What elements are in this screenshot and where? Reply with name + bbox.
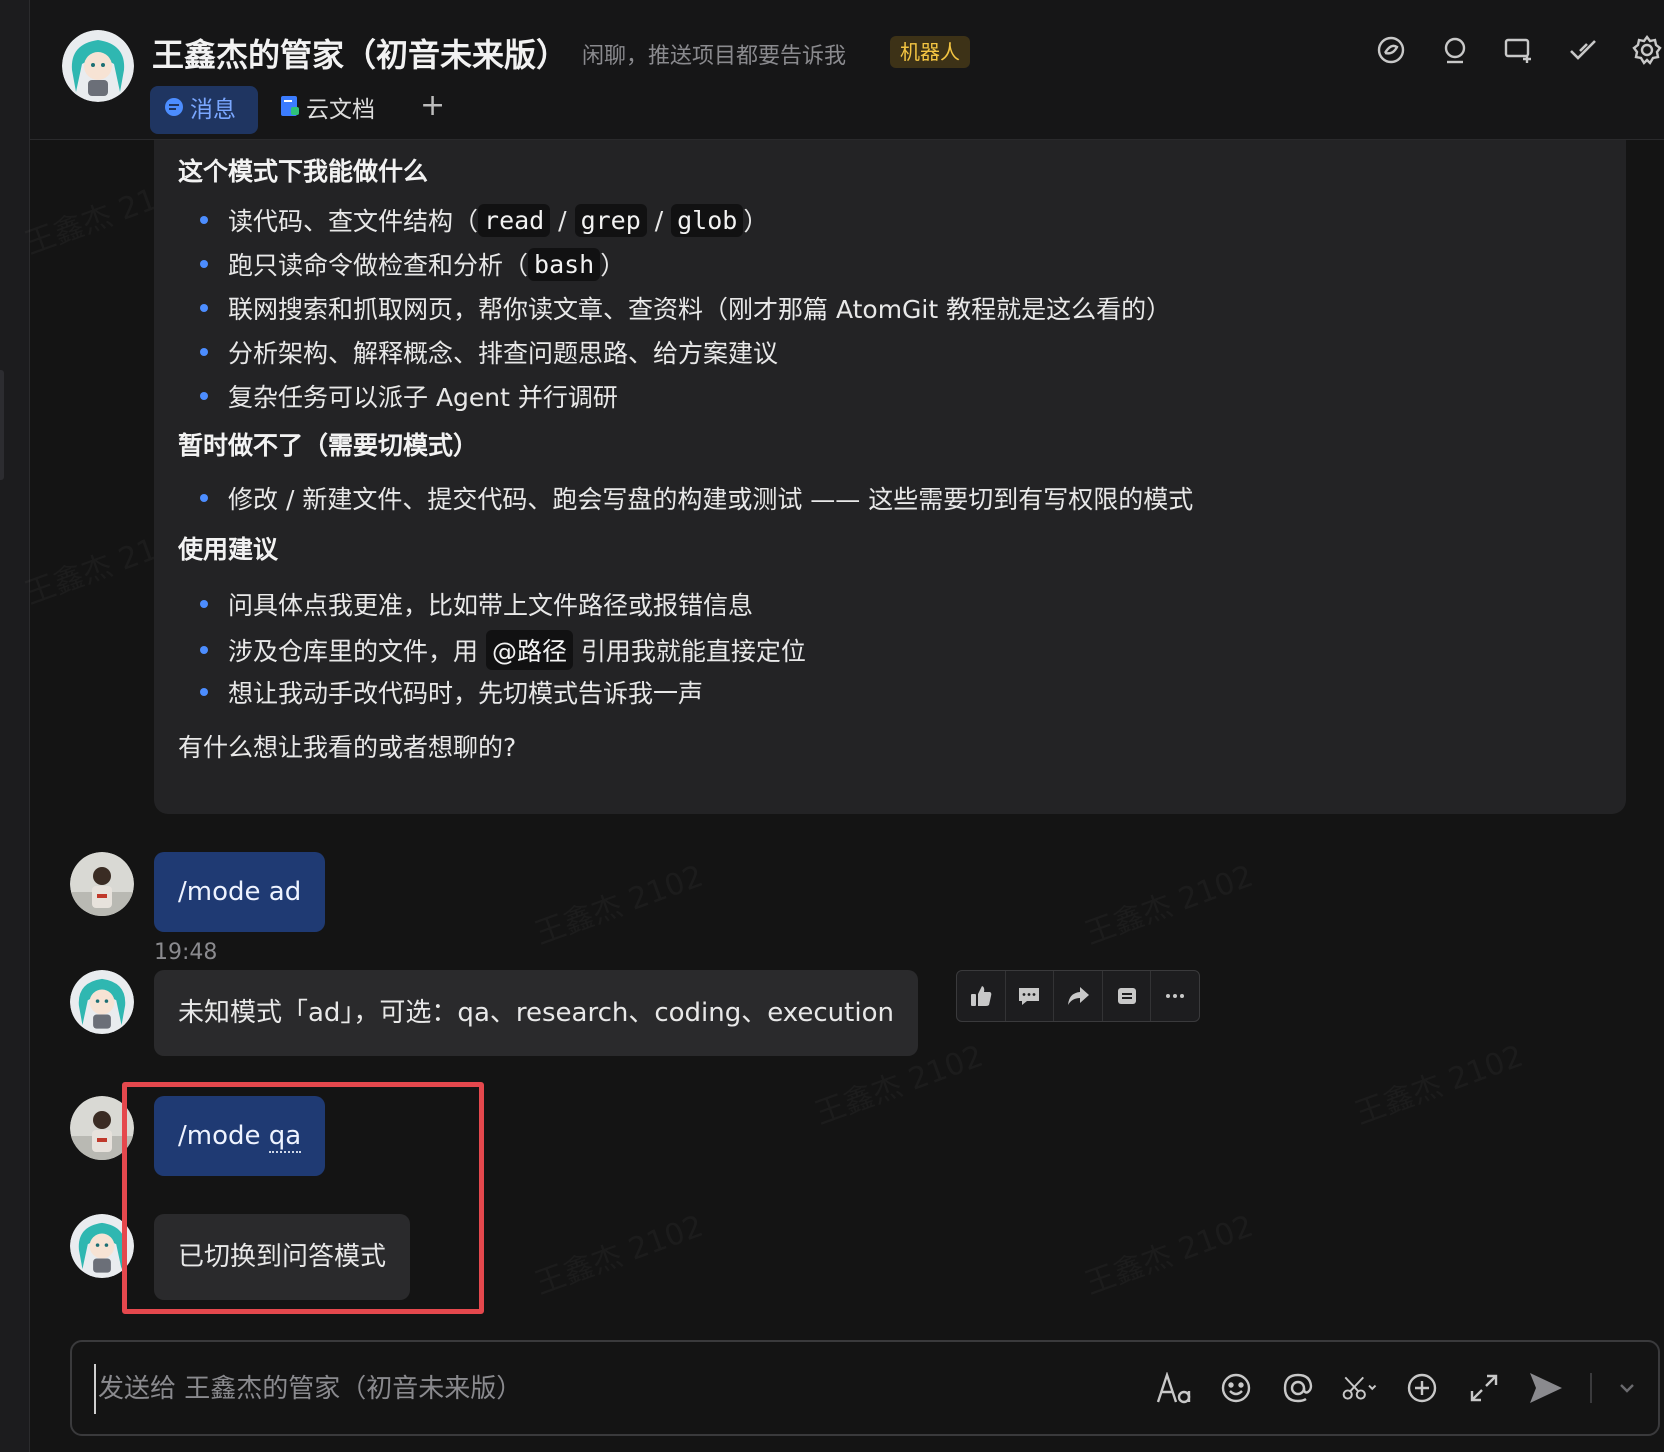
- chevron-down-icon[interactable]: [1618, 1366, 1636, 1410]
- watermark: 王鑫杰 2102: [1078, 851, 1258, 953]
- chat-bubble-icon: [164, 86, 184, 134]
- inline-code: grep: [574, 203, 647, 237]
- message-composer: [70, 1340, 1660, 1436]
- inline-code: read: [478, 203, 551, 237]
- bullet-dot: [200, 392, 208, 400]
- tab-cloud-docs[interactable]: 云文档: [266, 86, 389, 134]
- forward-icon[interactable]: [1054, 971, 1103, 1021]
- bot-badge: 机器人: [890, 36, 970, 68]
- thumbs-up-icon[interactable]: [957, 971, 1006, 1021]
- watermark: 王鑫杰 2102: [1348, 1031, 1528, 1133]
- nav-selection-indicator: [0, 370, 4, 480]
- chat-window: 王鑫杰 2102 王鑫杰 2102 王鑫杰 2102 王鑫杰 2102 王鑫杰 …: [30, 0, 1664, 1452]
- add-member-icon[interactable]: [1502, 30, 1536, 70]
- bullet-dot: [200, 494, 208, 502]
- user-avatar[interactable]: [70, 1096, 134, 1160]
- bot-message-card: 这个模式下我能做什么 读代码、查文件结构（ read / grep / glob…: [154, 140, 1626, 814]
- user-message-bubble[interactable]: /mode ad: [154, 852, 326, 932]
- inline-code: @路径: [485, 630, 573, 670]
- bot-message-bubble[interactable]: 已切换到问答模式: [154, 1214, 411, 1300]
- bot-avatar[interactable]: [70, 970, 134, 1034]
- user-message-bubble[interactable]: /mode qa: [154, 1096, 326, 1176]
- spellcheck-word: qa: [268, 1121, 302, 1153]
- document-icon: [280, 86, 300, 134]
- topic-icon[interactable]: [1374, 30, 1408, 70]
- watermark: 王鑫杰 2102: [528, 1201, 708, 1303]
- emoji-icon[interactable]: [1218, 1366, 1254, 1410]
- watermark: 王鑫杰 2102: [1078, 1201, 1258, 1303]
- bullet-dot: [200, 216, 208, 224]
- user-avatar[interactable]: [70, 852, 134, 916]
- bullet-dot: [200, 348, 208, 356]
- chat-header: 王鑫杰的管家（初音未来版） 闲聊，推送项目都要告诉我 机器人 消息 云文档 +: [30, 0, 1664, 140]
- mention-icon[interactable]: [1280, 1366, 1316, 1410]
- bot-avatar[interactable]: [70, 1214, 134, 1278]
- list-item: 想让我动手改代码时，先切模式告诉我一声: [178, 674, 703, 710]
- add-tab-button[interactable]: +: [420, 88, 445, 123]
- list-item: 跑只读命令做检查和分析（ bash ）: [178, 246, 625, 282]
- expand-icon[interactable]: [1466, 1366, 1502, 1410]
- composer-toolbar: [1156, 1366, 1636, 1410]
- gear-icon[interactable]: [1630, 30, 1664, 70]
- bot-message-bubble[interactable]: 未知模式「ad」，可选：qa、research、coding、execution: [154, 970, 918, 1056]
- reply-comment-icon[interactable]: [1006, 971, 1055, 1021]
- chat-title: 王鑫杰的管家（初音未来版）: [152, 36, 569, 74]
- list-item: 涉及仓库里的文件，用 @路径 引用我就能直接定位: [178, 630, 806, 670]
- tab-label: 消息: [190, 97, 236, 123]
- message-input[interactable]: [94, 1364, 994, 1414]
- section-title: 这个模式下我能做什么: [178, 157, 429, 186]
- search-icon[interactable]: [1438, 30, 1472, 70]
- list-item: 分析架构、解释概念、排查问题思路、给方案建议: [178, 334, 778, 370]
- tab-label: 云文档: [306, 97, 375, 123]
- text-format-icon[interactable]: [1156, 1366, 1192, 1410]
- message-action-bar: [956, 970, 1200, 1022]
- chat-subtitle: 闲聊，推送项目都要告诉我: [582, 44, 847, 69]
- bullet-dot: [200, 688, 208, 696]
- list-item: 联网搜索和抓取网页，帮你读文章、查资料（刚才那篇 AtomGit 教程就是这么看…: [178, 290, 1171, 326]
- section-title: 暂时做不了（需要切模式）: [178, 431, 479, 460]
- quote-icon[interactable]: [1103, 971, 1152, 1021]
- list-item: 问具体点我更准，比如带上文件路径或报错信息: [178, 586, 753, 622]
- bot-avatar[interactable]: [62, 30, 134, 102]
- list-item: 读代码、查文件结构（ read / grep / glob ）: [178, 202, 768, 238]
- send-icon[interactable]: [1528, 1366, 1564, 1410]
- inline-code: bash: [528, 247, 601, 281]
- bullet-dot: [200, 260, 208, 268]
- checkmark-icon[interactable]: [1566, 30, 1600, 70]
- toolbar-divider: [1590, 1373, 1592, 1403]
- screenshot-scissors-icon[interactable]: [1342, 1366, 1378, 1410]
- more-options-icon[interactable]: [1151, 971, 1199, 1021]
- watermark: 王鑫杰 2102: [528, 851, 708, 953]
- list-item: 修改 / 新建文件、提交代码、跑会写盘的构建或测试 —— 这些需要切到有写权限的…: [178, 480, 1193, 516]
- header-toolbar: [1374, 30, 1664, 70]
- bullet-dot: [200, 600, 208, 608]
- bullet-dot: [200, 304, 208, 312]
- list-item: 复杂任务可以派子 Agent 并行调研: [178, 378, 618, 414]
- message-timestamp: 19:48: [154, 940, 218, 965]
- inline-code: glob: [671, 203, 744, 237]
- tab-messages[interactable]: 消息: [150, 86, 258, 134]
- section-title: 使用建议: [178, 535, 279, 564]
- bullet-dot: [200, 646, 208, 654]
- closing-question: 有什么想让我看的或者想聊的?: [178, 733, 517, 762]
- plus-circle-icon[interactable]: [1404, 1366, 1440, 1410]
